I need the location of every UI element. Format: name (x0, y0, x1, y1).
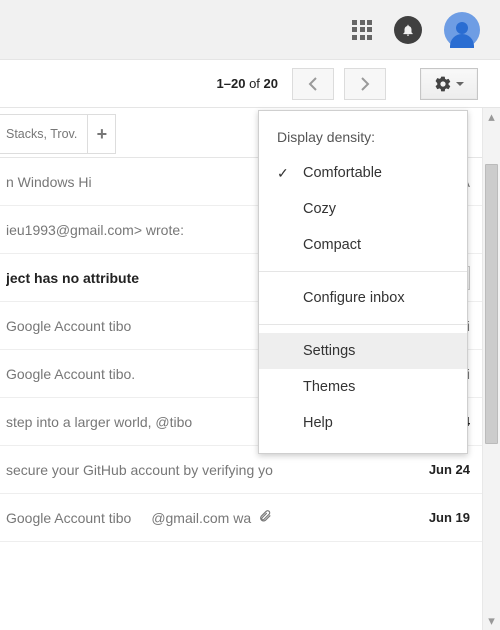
mail-snippet: @gmail.com wa (151, 510, 251, 526)
attachment-icon (257, 509, 273, 526)
mail-row[interactable]: Google Account tibo @gmail.com wa Jun 19 (0, 494, 500, 542)
scroll-down-icon[interactable]: ▾ (483, 612, 500, 630)
scrollbar[interactable]: ▴ ▾ (482, 108, 500, 630)
mail-date: Jun 19 (417, 510, 470, 525)
google-apps-icon[interactable] (352, 20, 372, 40)
settings-menu: Display density: Comfortable Cozy Compac… (258, 110, 468, 454)
scroll-up-icon[interactable]: ▴ (483, 108, 500, 126)
menu-configure-inbox[interactable]: Configure inbox (259, 280, 467, 316)
add-tab-button[interactable]: + (88, 114, 116, 154)
mail-date: Jun 24 (417, 462, 470, 477)
menu-separator (259, 324, 467, 325)
caret-down-icon (456, 82, 464, 86)
scroll-thumb[interactable] (485, 164, 498, 444)
next-page-button[interactable] (344, 68, 386, 100)
menu-help[interactable]: Help (259, 405, 467, 441)
density-cozy[interactable]: Cozy (259, 191, 467, 227)
menu-settings[interactable]: Settings (259, 333, 467, 369)
prev-page-button[interactable] (292, 68, 334, 100)
mail-snippet: Google Account tibo (6, 510, 131, 526)
mail-snippet: secure your GitHub account by verifying … (6, 462, 417, 478)
density-compact[interactable]: Compact (259, 227, 467, 263)
pagination-label: 1–20 of 20 (217, 76, 278, 91)
notifications-icon[interactable] (394, 16, 422, 44)
density-comfortable[interactable]: Comfortable (259, 155, 467, 191)
settings-gear-button[interactable] (420, 68, 478, 100)
top-bar (0, 0, 500, 60)
avatar[interactable] (444, 12, 480, 48)
tab-partial[interactable]: Stacks, Trov. (0, 114, 88, 154)
toolbar: 1–20 of 20 (0, 60, 500, 108)
menu-themes[interactable]: Themes (259, 369, 467, 405)
menu-separator (259, 271, 467, 272)
menu-header-density: Display density: (259, 123, 467, 155)
